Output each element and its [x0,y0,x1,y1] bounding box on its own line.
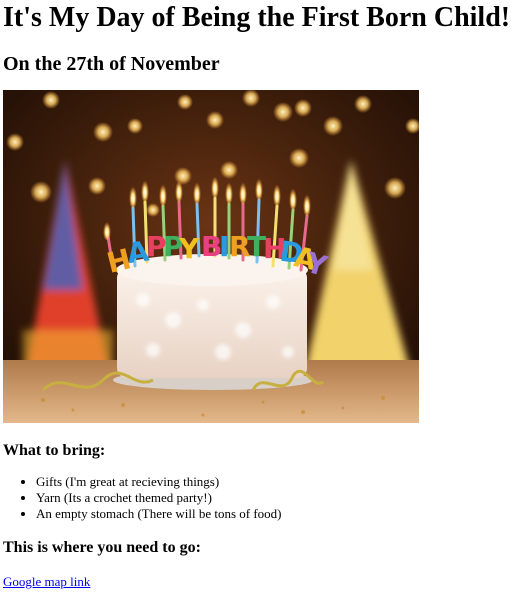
bring-heading: What to bring: [3,442,106,459]
list-item: Gifts (I'm great at recieving things) [36,474,525,490]
svg-text:Y: Y [178,232,200,265]
date-heading: On the 27th of November [3,53,220,75]
page: It's My Day of Being the First Born Chil… [0,0,525,591]
svg-text:I: I [219,230,229,263]
location-heading: This is where you need to go: [3,539,201,556]
page-title: It's My Day of Being the First Born Chil… [3,2,511,33]
list-item: An empty stomach (There will be tons of … [36,506,525,522]
cake [116,254,308,378]
google-map-link[interactable]: Google map link [3,574,90,590]
birthday-cake-image: H A P P Y B I R T H D A Y [3,90,419,423]
bring-list: Gifts (I'm great at recieving things) Ya… [3,474,525,522]
list-item: Yarn (Its a crochet themed party!) [36,490,525,506]
